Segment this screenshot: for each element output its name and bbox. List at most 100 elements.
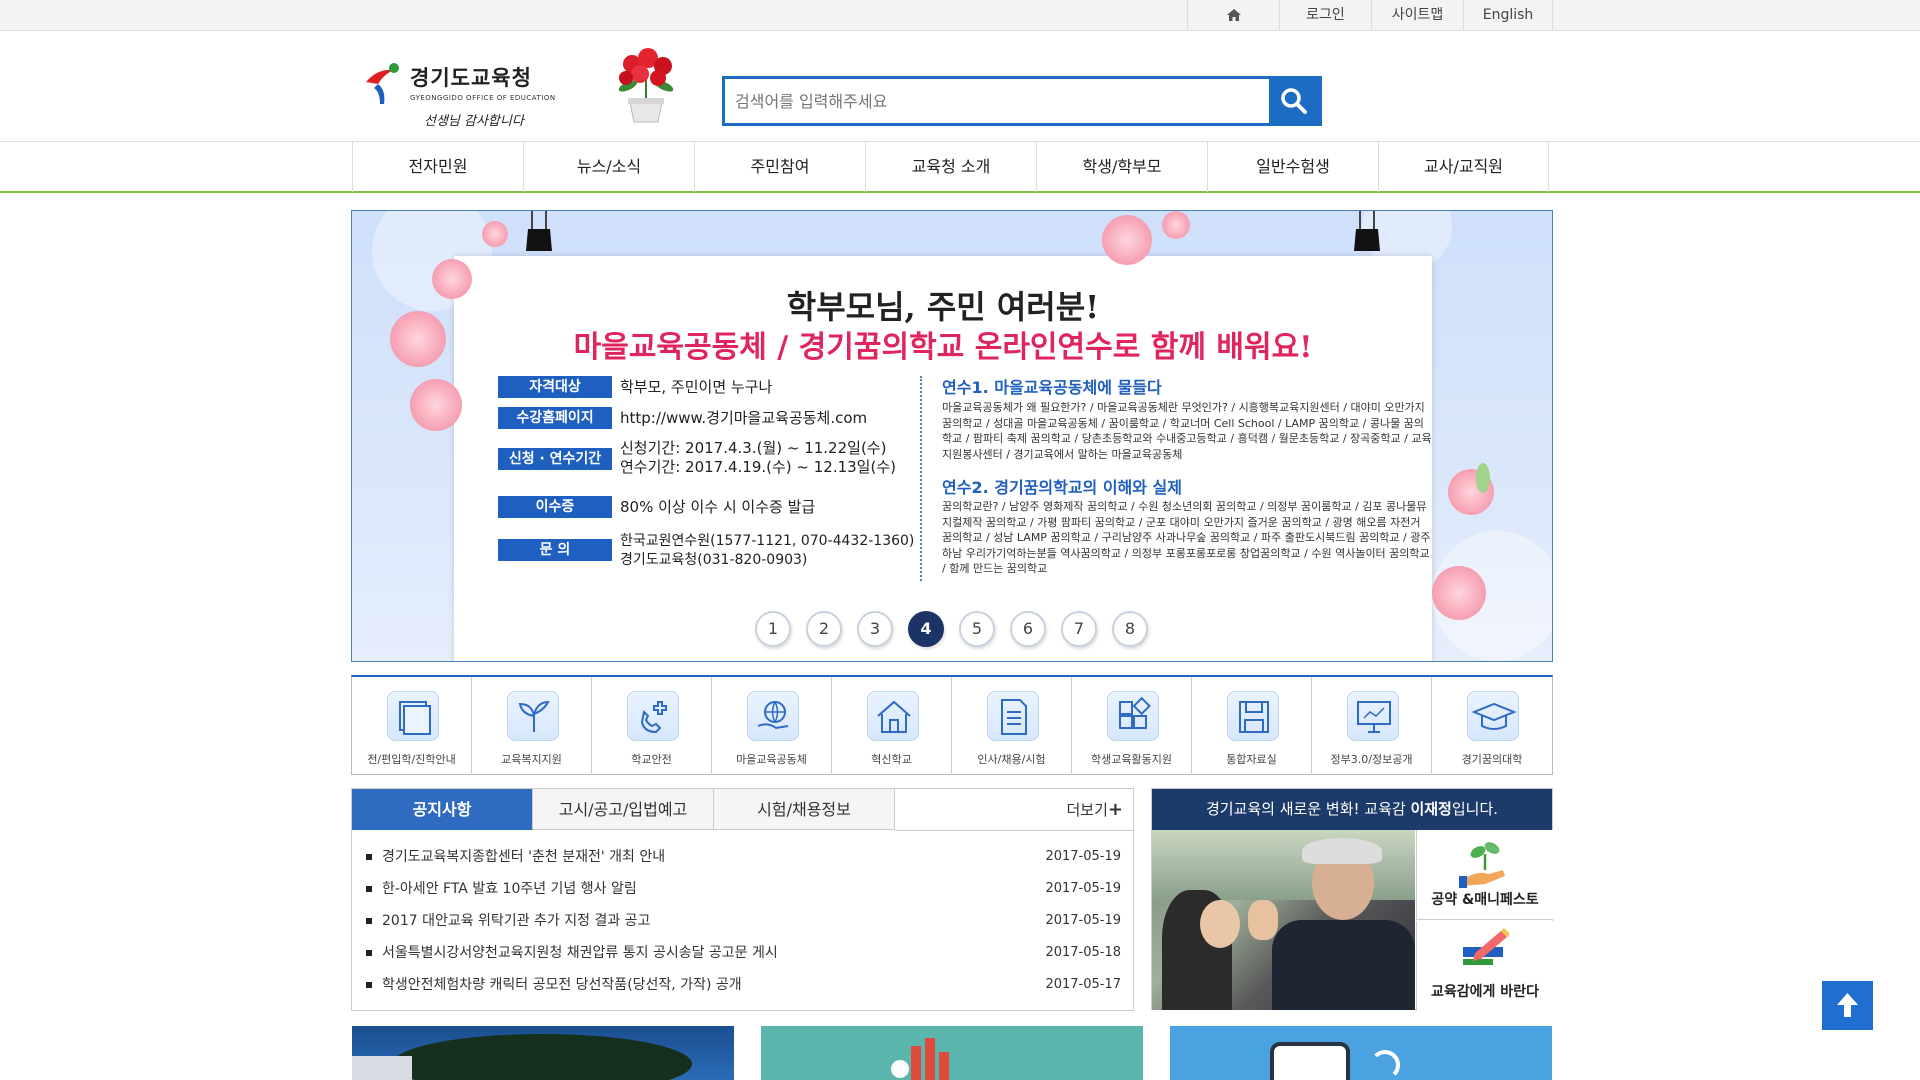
tab-announcements[interactable]: 고시/공고/입법예고 bbox=[533, 789, 714, 830]
tab-underline bbox=[895, 830, 1133, 831]
banner-page-7[interactable]: 7 bbox=[1061, 611, 1097, 647]
pledge-manifesto-button[interactable]: 공약 &매니페스토 bbox=[1416, 830, 1553, 920]
main-banner[interactable]: 학부모님, 주민 여러분! 마을교육공동체 / 경기꿈의학교 온라인연수로 함께… bbox=[351, 210, 1553, 662]
notice-title: 경기도교육복지종합센터 '춘천 분재전' 개최 안내 bbox=[382, 849, 666, 865]
logo-title: 경기도교육청 bbox=[410, 66, 532, 90]
arrow-up-icon bbox=[1837, 993, 1858, 1017]
banner-page-6[interactable]: 6 bbox=[1010, 611, 1046, 647]
bottom-card-statistics[interactable] bbox=[761, 1026, 1143, 1080]
blossom-icon bbox=[1432, 566, 1486, 620]
floppy-icon bbox=[1227, 691, 1279, 741]
blossom-icon bbox=[482, 221, 508, 247]
superintendent-photo bbox=[1152, 830, 1415, 1010]
card-bar-icon bbox=[925, 1038, 935, 1080]
english-link[interactable]: English bbox=[1463, 0, 1553, 31]
banner-page-3[interactable]: 3 bbox=[857, 611, 893, 647]
documents-icon bbox=[387, 691, 439, 741]
quick-link-archive[interactable]: 통합자료실 bbox=[1192, 677, 1312, 775]
quick-link-label: 마을교육공동체 bbox=[736, 753, 807, 766]
bullet-icon bbox=[366, 918, 372, 924]
banner-page-5[interactable]: 5 bbox=[959, 611, 995, 647]
card-building bbox=[352, 1056, 412, 1080]
notice-item[interactable]: 서울특별시강서양천교육지원청 채권압류 통지 공시송달 공고문 게시 2017-… bbox=[366, 937, 1121, 969]
banner-label-homepage: 수강홈페이지 bbox=[498, 407, 612, 429]
heading-suffix: 입니다. bbox=[1451, 800, 1499, 818]
home-link[interactable] bbox=[1187, 0, 1279, 31]
quick-link-community[interactable]: 마을교육공동체 bbox=[712, 677, 832, 775]
binder-clip-icon bbox=[526, 211, 552, 251]
course1-title: 연수1. 마을교육공동체에 물들다 bbox=[942, 378, 1162, 397]
banner-subtitle: 마을교육공동체 / 경기꿈의학교 온라인연수로 함께 배워요! bbox=[573, 330, 1313, 365]
gnb-item-news[interactable]: 뉴스/소식 bbox=[523, 142, 694, 192]
course1-body: 마을교육공동체가 왜 필요한가? / 마을교육공동체란 무엇인가? / 시흥행복… bbox=[942, 401, 1432, 461]
bottom-card-broadcast[interactable] bbox=[1170, 1026, 1552, 1080]
sprout-icon bbox=[507, 691, 559, 741]
bullet-icon bbox=[366, 950, 372, 956]
banner-page-8[interactable]: 8 bbox=[1112, 611, 1148, 647]
blossom-icon bbox=[1102, 215, 1152, 265]
banner-value-inquiry-1: 한국교원연수원(1577-1121, 070-4432-1360) bbox=[620, 533, 915, 549]
superintendent-name: 이재정 bbox=[1410, 800, 1452, 818]
notice-date: 2017-05-19 bbox=[1045, 913, 1121, 928]
notice-item[interactable]: 한-아세안 FTA 발효 10주년 기념 행사 알림 2017-05-19 bbox=[366, 873, 1121, 905]
course2-body: 꿈의학교란? / 남양주 영화제작 꿈의학교 / 수원 청소년의회 꿈의학교 /… bbox=[942, 500, 1431, 575]
sitemap-link[interactable]: 사이트맵 bbox=[1371, 0, 1463, 31]
site-logo[interactable]: 경기도교육청 GYEONGGIDO OFFICE OF EDUCATION 선생… bbox=[362, 56, 562, 132]
quick-link-label: 혁신학교 bbox=[871, 753, 912, 766]
notice-title: 2017 대안교육 위탁기관 추가 지정 결과 공고 bbox=[382, 913, 651, 929]
superintendent-panel: 경기교육의 새로운 변화! 교육감 이재정입니다. 공약 &매니페스토 교육감에… bbox=[1151, 788, 1553, 1011]
tab-notices[interactable]: 공지사항 bbox=[352, 789, 533, 830]
quick-link-safety[interactable]: 학교안전 bbox=[592, 677, 712, 775]
monitor-icon bbox=[1347, 691, 1399, 741]
notice-item[interactable]: 학생안전체험차량 캐릭터 공모전 당선작품(당선작, 가작) 공개 2017-0… bbox=[366, 969, 1121, 1001]
wishes-to-superintendent-button[interactable]: 교육감에게 바란다 bbox=[1416, 921, 1553, 1011]
quick-link-label: 교육복지지원 bbox=[501, 753, 562, 766]
notice-board: 공지사항 고시/공고/입법예고 시험/채용정보 더보기+ 경기도교육복지종합센터… bbox=[351, 788, 1134, 1011]
blossom-icon bbox=[1162, 211, 1190, 239]
quick-link-label: 통합자료실 bbox=[1226, 753, 1277, 766]
banner-page-1[interactable]: 1 bbox=[755, 611, 791, 647]
login-link[interactable]: 로그인 bbox=[1279, 0, 1371, 31]
gnb-item-examinees[interactable]: 일반수험생 bbox=[1207, 142, 1378, 192]
quick-link-gov-info[interactable]: 정부3.0/정보공개 bbox=[1312, 677, 1432, 775]
gnb-item-participation[interactable]: 주민참여 bbox=[694, 142, 865, 192]
banner-value-apply-period: 신청기간: 2017.4.3.(월) ~ 11.22일(수) bbox=[620, 439, 887, 457]
banner-value-training-period: 연수기간: 2017.4.19.(수) ~ 12.13일(수) bbox=[620, 458, 896, 476]
leaf-icon bbox=[1476, 463, 1490, 493]
gnb-item-about[interactable]: 교육청 소개 bbox=[865, 142, 1036, 192]
search-button[interactable] bbox=[1269, 79, 1319, 123]
gnb-item-teachers[interactable]: 교사/교직원 bbox=[1378, 142, 1549, 192]
quick-link-hr[interactable]: 인사/채용/시험 bbox=[952, 677, 1072, 775]
notice-item[interactable]: 2017 대안교육 위탁기관 추가 지정 결과 공고 2017-05-19 bbox=[366, 905, 1121, 937]
back-to-top-button[interactable] bbox=[1822, 981, 1873, 1030]
bottom-card-school-photo[interactable] bbox=[352, 1026, 734, 1080]
gnb-item-civil-petition[interactable]: 전자민원 bbox=[352, 142, 523, 192]
notice-item[interactable]: 경기도교육복지종합센터 '춘천 분재전' 개최 안내 2017-05-19 bbox=[366, 841, 1121, 873]
search-input[interactable] bbox=[725, 79, 1272, 123]
quick-link-welfare[interactable]: 교육복지지원 bbox=[472, 677, 592, 775]
more-link[interactable]: 더보기+ bbox=[1067, 789, 1124, 830]
quick-link-dream-university[interactable]: 경기꿈의대학 bbox=[1432, 677, 1552, 775]
card-tv-icon bbox=[1270, 1042, 1350, 1080]
banner-page-2[interactable]: 2 bbox=[806, 611, 842, 647]
wishes-label: 교육감에게 바란다 bbox=[1431, 984, 1539, 1000]
tab-exams-recruitment[interactable]: 시험/채용정보 bbox=[714, 789, 895, 830]
quick-link-admission[interactable]: 전/편입학/진학안내 bbox=[352, 677, 472, 775]
banner-label-inquiry: 문 의 bbox=[498, 539, 612, 561]
pencil-note-icon bbox=[1463, 928, 1510, 965]
quick-link-innovation-school[interactable]: 혁신학교 bbox=[832, 677, 952, 775]
card-bar-icon bbox=[939, 1052, 949, 1080]
blossom-icon bbox=[410, 379, 462, 431]
quick-link-student-activities[interactable]: 학생교육활동지원 bbox=[1072, 677, 1192, 775]
banner-page-4[interactable]: 4 bbox=[908, 611, 944, 647]
search-box bbox=[722, 76, 1322, 126]
document-icon bbox=[987, 691, 1039, 741]
gnb-item-students-parents[interactable]: 학생/학부모 bbox=[1036, 142, 1207, 192]
bullet-icon bbox=[366, 854, 372, 860]
pledge-manifesto-label: 공약 &매니페스토 bbox=[1431, 892, 1539, 908]
graduation-cap-icon bbox=[1467, 691, 1519, 741]
notice-title: 한-아세안 FTA 발효 10주년 기념 행사 알림 bbox=[382, 881, 637, 897]
photo-man-suit bbox=[1272, 920, 1415, 1010]
blossom-icon bbox=[432, 259, 472, 299]
notice-date: 2017-05-19 bbox=[1045, 849, 1121, 864]
